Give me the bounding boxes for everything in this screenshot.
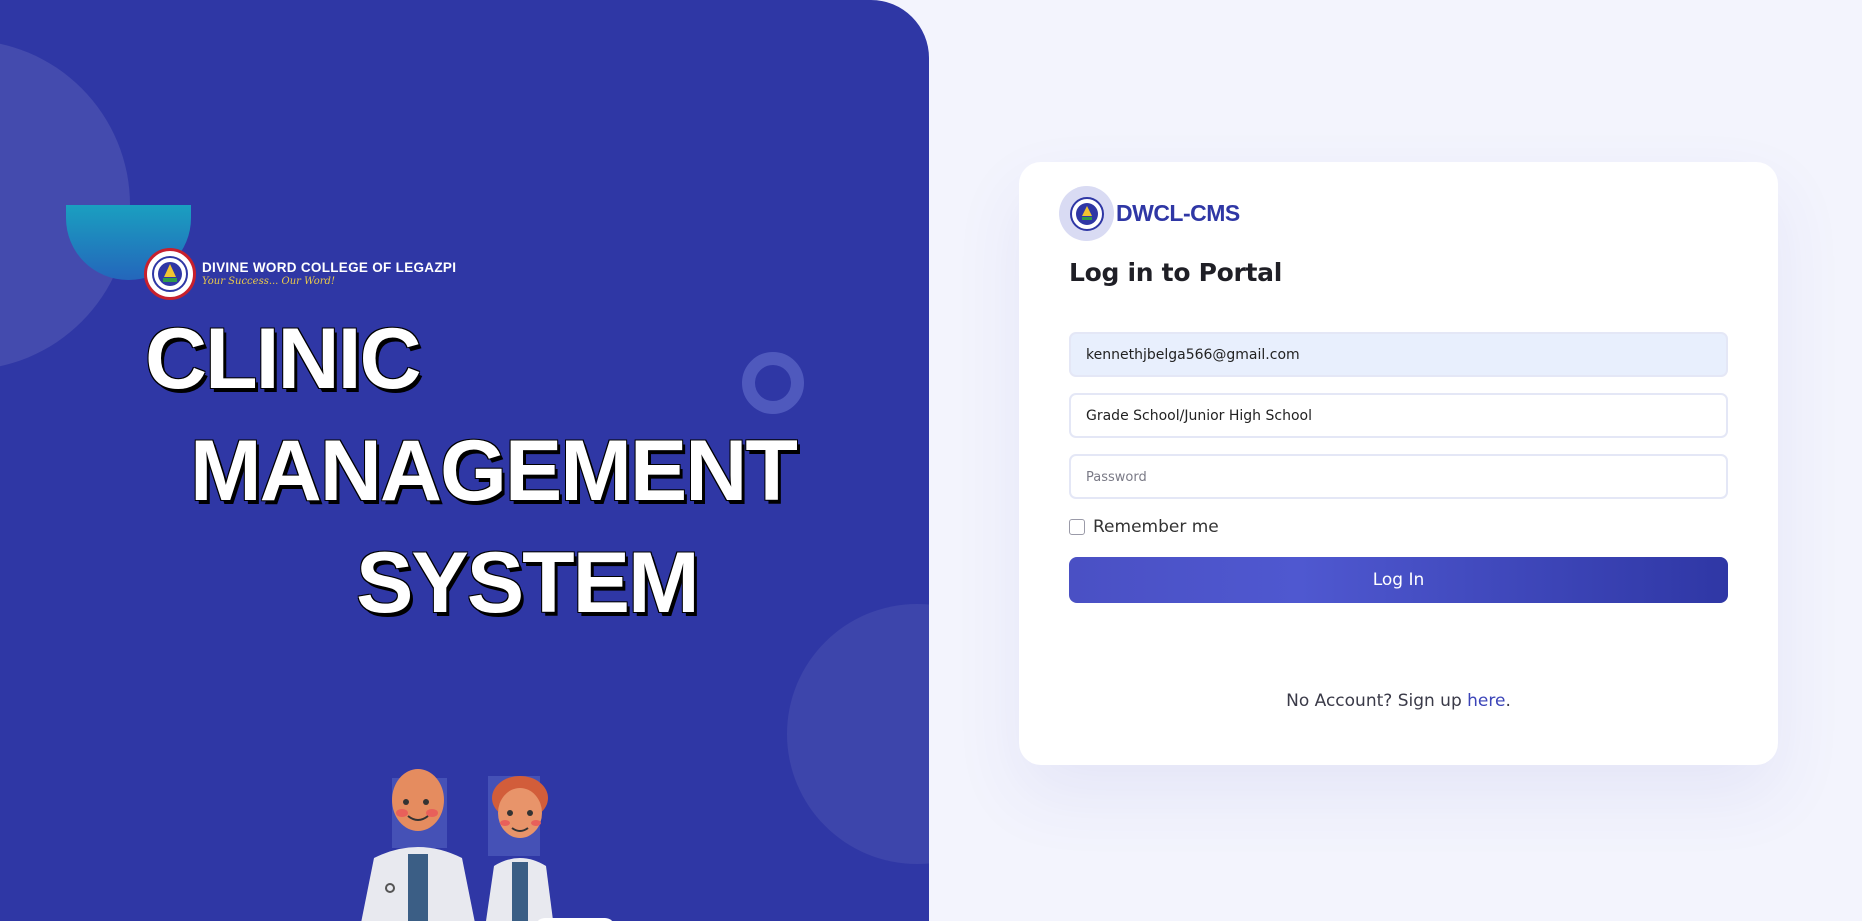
remember-me-label[interactable]: Remember me bbox=[1093, 517, 1219, 537]
college-brand: DIVINE WORD COLLEGE OF LEGAZPI Your Succ… bbox=[144, 248, 456, 300]
app-brand-name: DWCL-CMS bbox=[1116, 200, 1240, 226]
department-select[interactable]: Grade School/Junior High School bbox=[1069, 393, 1728, 438]
dwcl-logo-icon bbox=[1059, 186, 1114, 241]
password-field[interactable] bbox=[1069, 454, 1728, 499]
department-select-value: Grade School/Junior High School bbox=[1086, 407, 1312, 424]
signup-suffix: . bbox=[1505, 691, 1511, 711]
college-tagline: Your Success... Our Word! bbox=[202, 275, 335, 287]
college-name: DIVINE WORD COLLEGE OF LEGAZPI bbox=[202, 260, 457, 276]
email-field[interactable] bbox=[1069, 332, 1728, 377]
page-title: Log in to Portal bbox=[1069, 258, 1283, 287]
signup-prompt: No Account? Sign up here. bbox=[1019, 691, 1778, 711]
remember-me[interactable]: Remember me bbox=[1069, 517, 1219, 537]
login-card: DWCL-CMS Log in to Portal Grade School/J… bbox=[1019, 162, 1778, 765]
hero-title-line-2: MANAGEMENT bbox=[190, 423, 798, 519]
login-button[interactable]: Log In bbox=[1069, 557, 1728, 603]
hero-title-line-1: CLINIC bbox=[145, 311, 422, 407]
card-brand: DWCL-CMS bbox=[1059, 186, 1240, 241]
remember-me-checkbox[interactable] bbox=[1069, 519, 1085, 535]
doctors-illustration bbox=[361, 769, 613, 921]
decorative-circle-right bbox=[787, 604, 929, 864]
decorative-ring bbox=[742, 352, 804, 414]
hero-panel: DIVINE WORD COLLEGE OF LEGAZPI Your Succ… bbox=[0, 0, 929, 921]
signup-link[interactable]: here bbox=[1467, 691, 1505, 711]
college-seal-icon bbox=[144, 248, 196, 300]
hero-title-line-3: SYSTEM bbox=[356, 535, 700, 631]
signup-prefix: No Account? Sign up bbox=[1286, 691, 1468, 711]
